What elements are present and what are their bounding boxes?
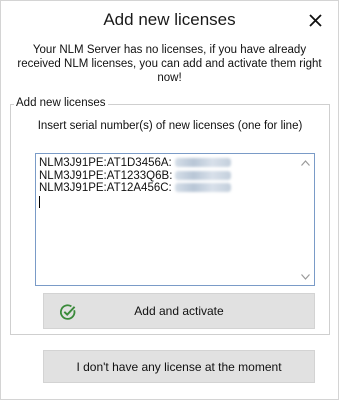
check-circle-icon (59, 304, 76, 320)
serial-lines: NLM3J91PE:AT1D3456A: NLM3J91PE:AT1233Q6B… (39, 157, 232, 208)
serial-line: NLM3J91PE:AT1D3456A: (39, 157, 231, 170)
no-license-button[interactable]: I don't have any license at the moment (43, 350, 315, 383)
title-bar: Add new licenses (1, 1, 338, 39)
add-and-activate-button[interactable]: Add and activate (43, 293, 315, 329)
scroll-up-button[interactable] (297, 154, 314, 171)
add-licenses-dialog: Add new licenses Your NLM Server has no … (0, 0, 339, 400)
dialog-title: Add new licenses (103, 10, 236, 29)
text-caret (39, 195, 40, 208)
intro-text: Your NLM Server has no licenses, if you … (17, 44, 322, 84)
group-legend: Add new licenses (14, 97, 108, 109)
chevron-up-icon (301, 159, 310, 166)
add-and-activate-label: Add and activate (134, 304, 224, 318)
redacted-value (174, 158, 231, 167)
serial-line: NLM3J91PE:AT1233Q6B: (39, 169, 232, 183)
chevron-down-icon (301, 273, 310, 280)
close-button[interactable] (300, 5, 330, 35)
serial-text: NLM3J91PE:AT12A456C: (39, 182, 172, 194)
serial-numbers-textarea[interactable]: NLM3J91PE:AT1D3456A: NLM3J91PE:AT1233Q6B… (35, 153, 315, 286)
no-license-label: I don't have any license at the moment (76, 359, 282, 374)
instruction-text: Insert serial number(s) of new licenses … (37, 120, 303, 132)
serial-text: NLM3J91PE:AT1233Q6B: (39, 169, 173, 182)
serial-line: NLM3J91PE:AT12A456C: (39, 182, 231, 195)
close-icon (308, 13, 322, 27)
redacted-value (174, 183, 231, 192)
vertical-scrollbar[interactable] (297, 154, 314, 285)
serial-text: NLM3J91PE:AT1D3456A: (39, 157, 172, 169)
redacted-value (175, 170, 232, 180)
scroll-down-button[interactable] (297, 268, 314, 285)
